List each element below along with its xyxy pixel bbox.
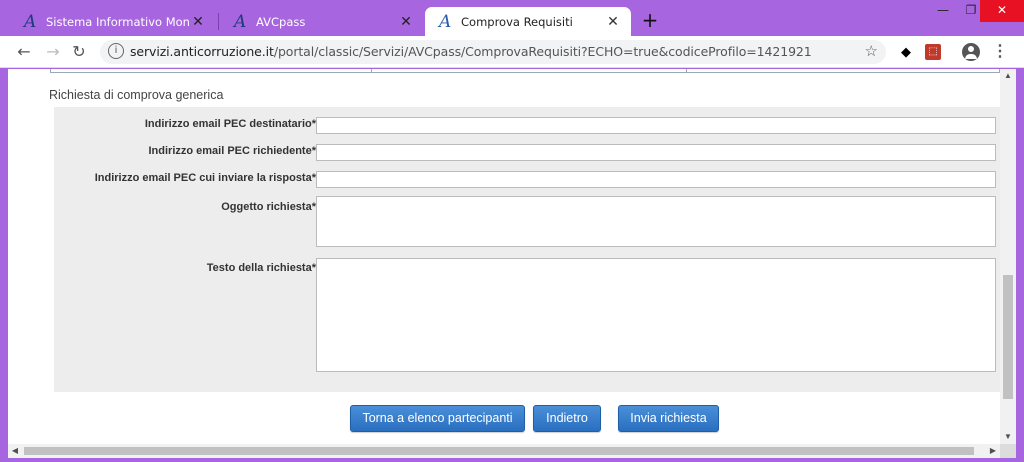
horizontal-scroll-thumb[interactable] (24, 447, 974, 455)
torna-elenco-partecipanti-button[interactable]: Torna a elenco partecipanti (350, 405, 525, 432)
label-pec-destinatario: Indirizzo email PEC destinatario* (144, 118, 316, 130)
window-close-button[interactable]: ✕ (980, 0, 1024, 22)
anac-logo-icon: A (439, 11, 452, 32)
invia-richiesta-button[interactable]: Invia richiesta (618, 405, 719, 432)
tab-title: AVCpass (256, 14, 306, 29)
page-viewport: Richiesta di comprova generica Indirizzo… (8, 69, 1016, 444)
browser-window: A Sistema Informativo Monitoragg ✕ A AVC… (0, 0, 1024, 462)
label-oggetto-richiesta: Oggetto richiesta* (221, 201, 316, 213)
label-testo-richiesta: Testo della richiesta* (206, 262, 316, 274)
comprova-form-panel: Indirizzo email PEC destinatario* Indiri… (54, 107, 1004, 392)
bookmark-star-icon[interactable]: ☆ (865, 42, 878, 60)
new-tab-button[interactable]: + (640, 9, 660, 31)
scroll-right-arrow-icon[interactable]: ▶ (986, 444, 1000, 458)
anac-logo-icon: A (234, 11, 247, 32)
vertical-scrollbar[interactable]: ▲ ▼ (1000, 69, 1016, 444)
info-icon[interactable]: i (108, 43, 124, 59)
tab-title: Comprova Requisiti (461, 14, 573, 29)
anac-logo-icon: A (24, 11, 37, 32)
url-text[interactable]: servizi.anticorruzione.it/portal/classic… (130, 44, 812, 59)
pec-richiedente-input[interactable] (316, 144, 996, 161)
pec-destinatario-input[interactable] (316, 117, 996, 134)
close-icon[interactable]: ✕ (190, 14, 206, 30)
scroll-left-arrow-icon[interactable]: ◀ (8, 444, 22, 458)
tab-comprova-requisiti[interactable]: A Comprova Requisiti ✕ (425, 7, 631, 36)
testo-richiesta-textarea[interactable] (316, 258, 996, 372)
url-host: servizi.anticorruzione.it (130, 44, 274, 59)
address-bar[interactable]: i servizi.anticorruzione.it/portal/class… (100, 40, 886, 64)
scroll-up-arrow-icon[interactable]: ▲ (1000, 69, 1016, 83)
tab-sistema-informativo[interactable]: A Sistema Informativo Monitoragg ✕ (10, 7, 216, 36)
scroll-down-arrow-icon[interactable]: ▼ (1000, 430, 1016, 444)
pec-risposta-input[interactable] (316, 171, 996, 188)
previous-section-border (50, 69, 1000, 73)
close-icon[interactable]: ✕ (605, 14, 621, 30)
vertical-scroll-thumb[interactable] (1003, 275, 1013, 399)
label-pec-richiedente: Indirizzo email PEC richiedente* (148, 145, 317, 157)
tab-separator (218, 13, 219, 30)
pdf-extension-icon[interactable]: ⬚ (925, 44, 941, 60)
section-title: Richiesta di comprova generica (49, 88, 224, 102)
tab-avcpass[interactable]: A AVCpass ✕ (220, 7, 424, 36)
profile-avatar-icon[interactable] (962, 43, 980, 61)
browser-toolbar: ← → ↻ i servizi.anticorruzione.it/portal… (0, 36, 1024, 68)
url-path: /portal/classic/Servizi/AVCpass/Comprova… (273, 44, 812, 59)
oggetto-richiesta-textarea[interactable] (316, 196, 996, 247)
extension-icon[interactable]: ◆ (898, 44, 914, 60)
menu-icon[interactable]: ⋮ (992, 42, 1008, 62)
indietro-button[interactable]: Indietro (533, 405, 601, 432)
tab-strip: A Sistema Informativo Monitoragg ✕ A AVC… (0, 0, 1024, 36)
forward-arrow-icon[interactable]: → (42, 41, 64, 63)
minimize-button[interactable]: — (928, 0, 958, 22)
back-arrow-icon[interactable]: ← (13, 41, 35, 63)
horizontal-scrollbar[interactable]: ◀ ▶ (8, 444, 1000, 458)
scrollbar-corner (1000, 444, 1016, 458)
tab-title: Sistema Informativo Monitoragg (46, 14, 190, 29)
label-pec-risposta: Indirizzo email PEC cui inviare la rispo… (94, 172, 316, 184)
reload-icon[interactable]: ↻ (68, 41, 90, 63)
close-icon[interactable]: ✕ (398, 14, 414, 30)
